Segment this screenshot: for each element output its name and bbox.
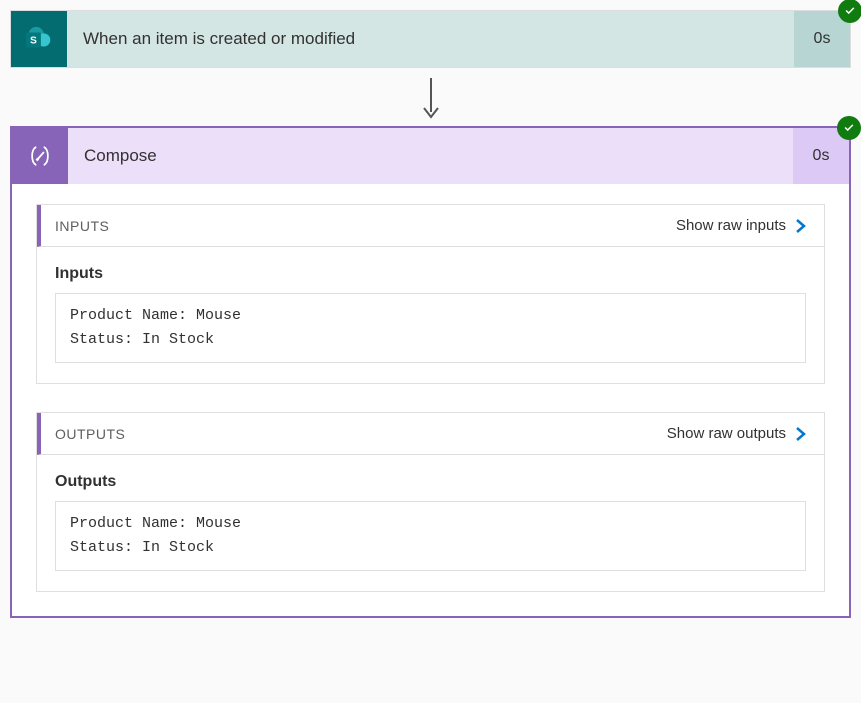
inputs-content: Product Name: Mouse Status: In Stock: [55, 293, 806, 363]
inputs-panel-body: Inputs Product Name: Mouse Status: In St…: [37, 247, 824, 383]
outputs-panel: OUTPUTS Show raw outputs Outputs Product…: [36, 412, 825, 592]
inputs-panel: INPUTS Show raw inputs Inputs Product Na…: [36, 204, 825, 384]
outputs-content: Product Name: Mouse Status: In Stock: [55, 501, 806, 571]
trigger-title: When an item is created or modified: [67, 11, 794, 67]
outputs-panel-header: OUTPUTS Show raw outputs: [37, 413, 824, 455]
show-raw-outputs-button[interactable]: Show raw outputs: [667, 425, 808, 442]
svg-text:S: S: [30, 36, 37, 47]
trigger-header: S When an item is created or modified 0s: [11, 11, 850, 67]
compose-title: Compose: [68, 128, 793, 184]
inputs-header-label: INPUTS: [55, 218, 109, 234]
compose-body: INPUTS Show raw inputs Inputs Product Na…: [12, 184, 849, 616]
chevron-right-icon: [794, 426, 808, 442]
compose-header: Compose 0s: [12, 128, 849, 184]
show-raw-inputs-button[interactable]: Show raw inputs: [676, 217, 808, 234]
compose-icon: [12, 128, 68, 184]
success-badge-icon: [837, 116, 861, 140]
outputs-header-label: OUTPUTS: [55, 426, 125, 442]
outputs-panel-body: Outputs Product Name: Mouse Status: In S…: [37, 455, 824, 591]
sharepoint-icon: S: [11, 11, 67, 67]
show-raw-inputs-label: Show raw inputs: [676, 217, 786, 234]
compose-card[interactable]: Compose 0s INPUTS Show raw inputs Inputs…: [10, 126, 851, 618]
outputs-subtitle: Outputs: [55, 473, 806, 491]
flow-arrow-icon: [10, 68, 851, 126]
inputs-subtitle: Inputs: [55, 265, 806, 283]
chevron-right-icon: [794, 218, 808, 234]
inputs-panel-header: INPUTS Show raw inputs: [37, 205, 824, 247]
trigger-card[interactable]: S When an item is created or modified 0s: [10, 10, 851, 68]
show-raw-outputs-label: Show raw outputs: [667, 425, 786, 442]
success-badge-icon: [838, 0, 861, 23]
